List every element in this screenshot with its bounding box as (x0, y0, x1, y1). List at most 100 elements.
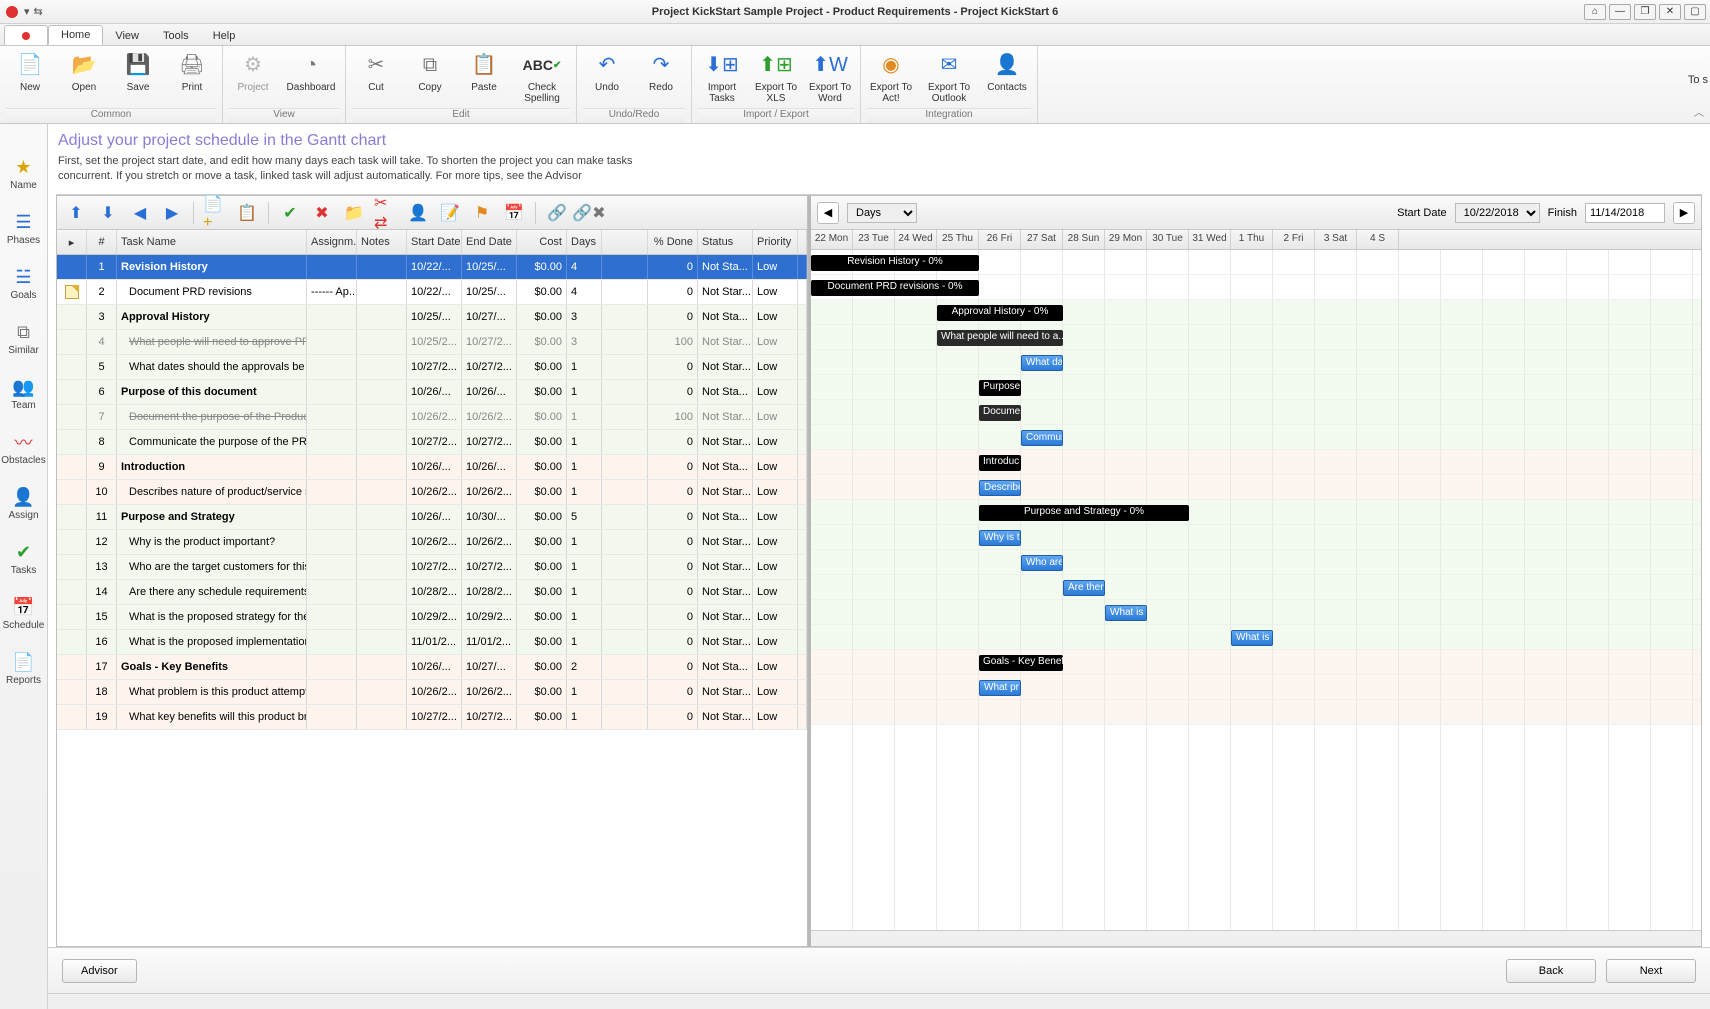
col-pdone[interactable]: % Done (648, 230, 698, 254)
complete-button[interactable]: ✔ (277, 200, 303, 226)
col-assign[interactable]: Assignm... (307, 230, 357, 254)
gantt-row[interactable]: Are ther (811, 575, 1701, 600)
gantt-bar[interactable]: Approval History - 0% (937, 305, 1063, 321)
gantt-row[interactable] (811, 700, 1701, 725)
table-row[interactable]: 11Purpose and Strategy10/26/...10/30/...… (57, 505, 807, 530)
gantt-bar[interactable]: Are ther (1063, 580, 1105, 596)
export-xls-button[interactable]: ⬆⊞Export To XLS (752, 48, 800, 108)
gantt-row[interactable]: What people will need to a... (811, 325, 1701, 350)
gantt-row[interactable]: Introduc (811, 450, 1701, 475)
gantt-next-button[interactable]: ▶ (1673, 202, 1695, 224)
nav-team[interactable]: 👥Team (11, 374, 37, 411)
import-tasks-button[interactable]: ⬇⊞Import Tasks (698, 48, 746, 108)
gantt-row[interactable]: Revision History - 0% (811, 250, 1701, 275)
gantt-row[interactable]: Purpose and Strategy - 0% (811, 500, 1701, 525)
gantt-row[interactable]: Approval History - 0% (811, 300, 1701, 325)
gantt-prev-button[interactable]: ◀ (817, 202, 839, 224)
check-spelling-button[interactable]: ABC✔Check Spelling (514, 48, 570, 108)
note-button[interactable]: 📝 (437, 200, 463, 226)
restore-button[interactable]: ❐ (1634, 4, 1656, 20)
table-row[interactable]: 19What key benefits will this product br… (57, 705, 807, 730)
bottom-scrollbar[interactable] (48, 993, 1710, 1009)
unlink-button[interactable]: ✂⇄ (373, 200, 399, 226)
copy-button[interactable]: ⧉Copy (406, 48, 454, 108)
gantt-bar[interactable]: What is (1105, 605, 1147, 621)
nav-similar[interactable]: ⧉Similar (8, 319, 39, 356)
gantt-body[interactable]: Revision History - 0% Document PRD revisi… (811, 250, 1701, 930)
back-button[interactable]: Back (1506, 959, 1596, 983)
gantt-row[interactable]: Documen (811, 400, 1701, 425)
gantt-bar[interactable]: What da (1021, 355, 1063, 371)
scale-select[interactable]: Days (847, 203, 917, 223)
gantt-bar[interactable]: Describe (979, 480, 1021, 496)
gantt-row[interactable]: Document PRD revisions - 0% (811, 275, 1701, 300)
gantt-bar[interactable]: Commun (1021, 430, 1063, 446)
nav-schedule[interactable]: 📅Schedule (3, 594, 45, 631)
nav-tasks[interactable]: ✔Tasks (11, 539, 37, 576)
gantt-bar[interactable]: What people will need to a... (937, 330, 1063, 346)
col-cost[interactable]: Cost (517, 230, 567, 254)
col-num[interactable]: # (87, 230, 117, 254)
col-notes[interactable]: Notes (357, 230, 407, 254)
start-date-select[interactable]: 10/22/2018 (1455, 203, 1540, 223)
qat-dropdown-icon[interactable]: ▾ (24, 5, 30, 18)
project-button[interactable]: ⚙Project (229, 48, 277, 108)
tab-view[interactable]: View (103, 27, 151, 45)
flag-button[interactable]: ⚑ (469, 200, 495, 226)
nav-obstacles[interactable]: 〰Obstacles (1, 429, 45, 466)
col-status[interactable]: Status (698, 230, 753, 254)
gantt-bar[interactable]: Who are (1021, 555, 1063, 571)
gantt-row[interactable]: Who are (811, 550, 1701, 575)
table-row[interactable]: 9Introduction10/26/...10/26/...$0.0010No… (57, 455, 807, 480)
move-down-button[interactable]: ⬇ (95, 200, 121, 226)
clipboard-button[interactable]: 📋 (234, 200, 260, 226)
open-button[interactable]: 📂Open (60, 48, 108, 108)
table-row[interactable]: 18What problem is this product attemptin… (57, 680, 807, 705)
calendar-button[interactable]: 📅 (501, 200, 527, 226)
cut-button[interactable]: ✂Cut (352, 48, 400, 108)
nav-phases[interactable]: ☰Phases (7, 209, 40, 246)
finish-date-input[interactable] (1585, 203, 1665, 223)
print-button[interactable]: 🖨Print (168, 48, 216, 108)
prev-button[interactable]: ◀ (127, 200, 153, 226)
gantt-row[interactable]: Describe (811, 475, 1701, 500)
table-row[interactable]: 12Why is the product important?10/26/2..… (57, 530, 807, 555)
table-row[interactable]: 5What dates should the approvals be due.… (57, 355, 807, 380)
tab-help[interactable]: Help (201, 27, 248, 45)
gantt-row[interactable]: Commun (811, 425, 1701, 450)
table-row[interactable]: 1Revision History10/22/...10/25/...$0.00… (57, 255, 807, 280)
gantt-bar[interactable]: Why is t (979, 530, 1021, 546)
nav-reports[interactable]: 📄Reports (6, 649, 41, 686)
gantt-row[interactable]: What is (811, 600, 1701, 625)
table-row[interactable]: 16What is the proposed implementation st… (57, 630, 807, 655)
next-button[interactable]: Next (1606, 959, 1696, 983)
undo-button[interactable]: ↶Undo (583, 48, 631, 108)
aux-button[interactable]: ▢ (1684, 4, 1706, 20)
col-start[interactable]: Start Date (407, 230, 462, 254)
gantt-bar[interactable]: Revision History - 0% (811, 255, 979, 271)
table-row[interactable]: 15What is the proposed strategy for the … (57, 605, 807, 630)
export-outlook-button[interactable]: ✉Export To Outlook (921, 48, 977, 108)
contacts-button[interactable]: 👤Contacts (983, 48, 1031, 108)
gantt-row[interactable]: Purpose (811, 375, 1701, 400)
table-row[interactable]: 13Who are the target customers for this … (57, 555, 807, 580)
gantt-bar[interactable]: Documen (979, 405, 1021, 421)
col-days[interactable]: Days (567, 230, 602, 254)
dashboard-button[interactable]: ◔Dashboard (283, 48, 339, 108)
gantt-row[interactable]: What da (811, 350, 1701, 375)
nav-goals[interactable]: ☱Goals (10, 264, 36, 301)
table-row[interactable]: 17Goals - Key Benefits10/26/...10/27/...… (57, 655, 807, 680)
table-row[interactable]: 4What people will need to approve PRD?10… (57, 330, 807, 355)
new-button[interactable]: 📄New (6, 48, 54, 108)
file-tab[interactable] (4, 25, 48, 45)
gantt-bar[interactable]: Document PRD revisions - 0% (811, 280, 979, 296)
table-row[interactable]: 14Are there any schedule requirements wi… (57, 580, 807, 605)
table-row[interactable]: 8Communicate the purpose of the PRD to .… (57, 430, 807, 455)
link-button[interactable]: 🔗 (544, 200, 570, 226)
table-row[interactable]: 7Document the purpose of the Product R..… (57, 405, 807, 430)
save-button[interactable]: 💾Save (114, 48, 162, 108)
col-priority[interactable]: Priority (753, 230, 798, 254)
col-end[interactable]: End Date (462, 230, 517, 254)
help-button[interactable]: ⌂ (1584, 4, 1606, 20)
gantt-row[interactable]: What is (811, 625, 1701, 650)
